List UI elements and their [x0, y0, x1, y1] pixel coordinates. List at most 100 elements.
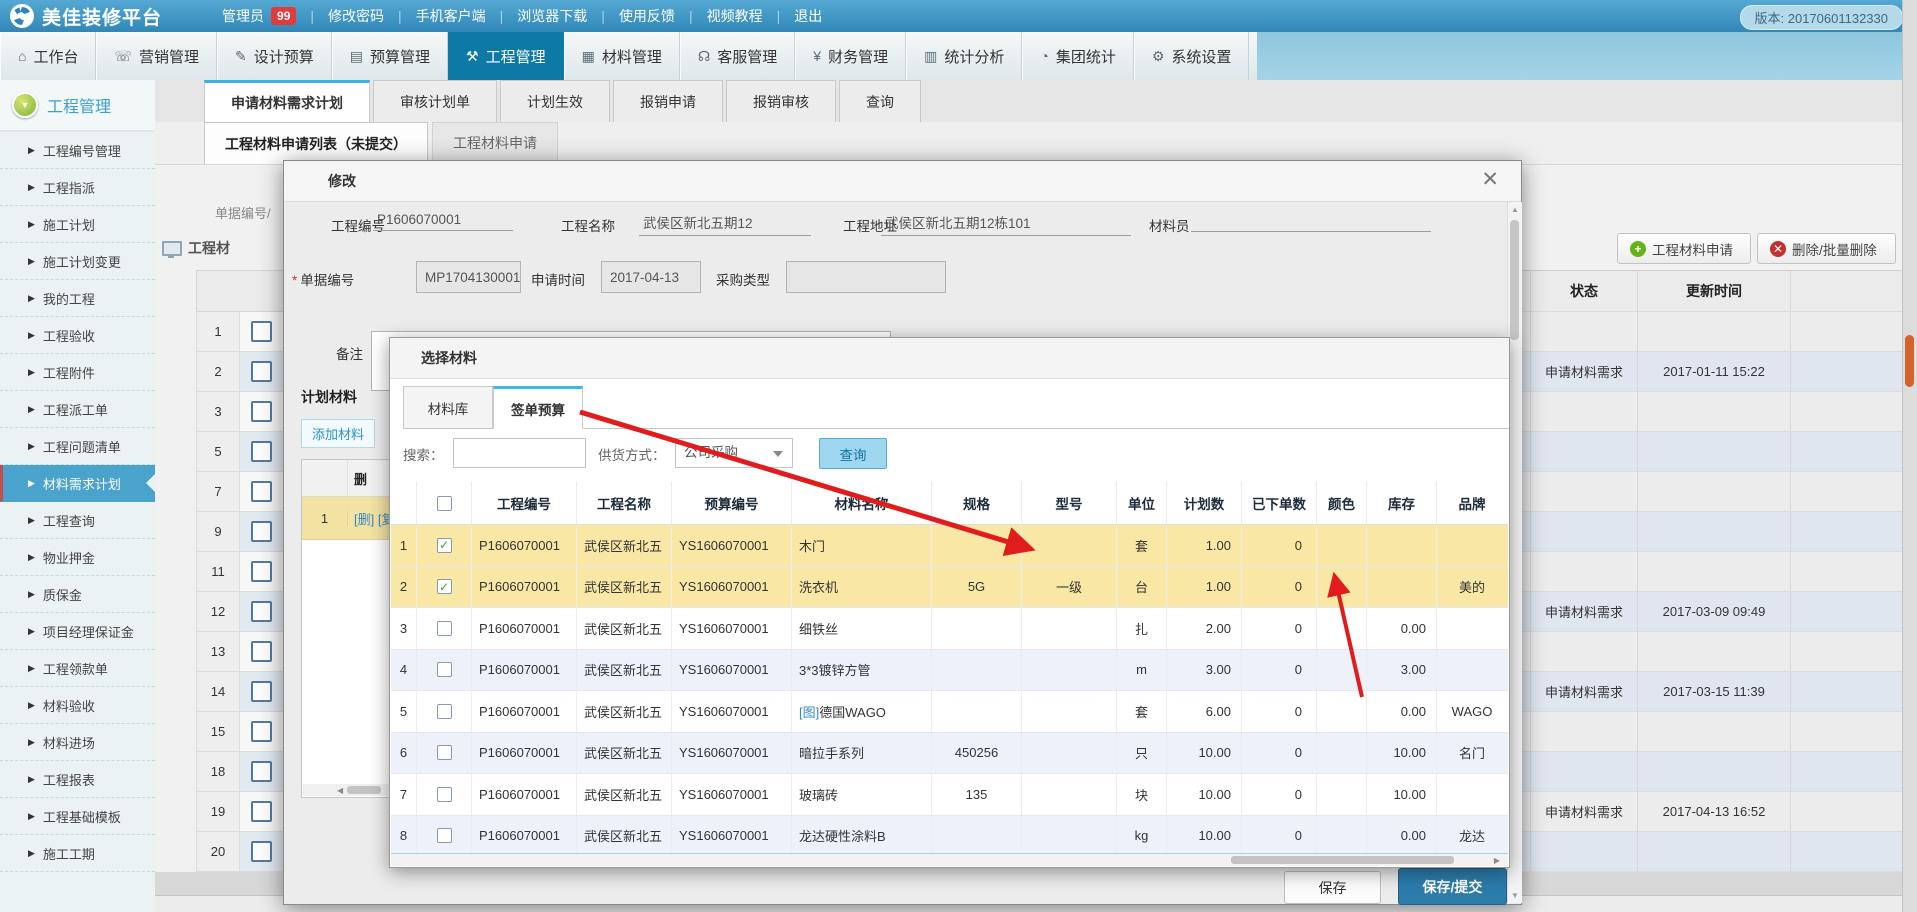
sidebar-item-工程基础模板[interactable]: ▶工程基础模板 — [0, 798, 155, 835]
image-link[interactable]: [图] — [799, 702, 819, 721]
material-hscroll-thumb[interactable] — [1231, 856, 1454, 864]
sidebar-item-工程派工单[interactable]: ▶工程派工单 — [0, 391, 155, 428]
material-row[interactable]: 7P1606070001武侯区新北五YS1606070001玻璃砖135块10.… — [391, 774, 1508, 816]
row-checkbox[interactable] — [251, 321, 272, 342]
row-checkbox[interactable] — [251, 481, 272, 502]
topbar-menu-使用反馈[interactable]: 使用反馈 — [619, 6, 675, 26]
table-row[interactable] — [1522, 472, 1902, 512]
query-button[interactable]: 查询 — [819, 438, 887, 469]
sidebar-item-质保金[interactable]: ▶质保金 — [0, 576, 155, 613]
table-row[interactable] — [1522, 512, 1902, 552]
notification-badge[interactable]: 99 — [271, 7, 296, 25]
sidebar-item-工程编号管理[interactable]: ▶工程编号管理 — [0, 132, 155, 169]
material-table-hscrollbar[interactable]: ▶ — [391, 853, 1508, 866]
table-row[interactable] — [1522, 632, 1902, 672]
material-checkbox[interactable] — [437, 745, 452, 760]
table-row[interactable]: 申请材料需求2017-01-11 15:22 — [1522, 352, 1902, 392]
tab-查询[interactable]: 查询 — [839, 80, 921, 122]
material-checkbox[interactable] — [437, 662, 452, 677]
topbar-menu-视频教程[interactable]: 视频教程 — [707, 6, 763, 26]
plan-hscroll-thumb[interactable] — [347, 786, 381, 794]
search-input[interactable] — [453, 438, 586, 468]
project-name-value[interactable]: 武侯区新北五期12 — [639, 212, 811, 236]
nav-item-客服管理[interactable]: ☊客服管理 — [680, 32, 795, 80]
material-checkbox[interactable] — [437, 621, 452, 636]
row-checkbox[interactable] — [251, 561, 272, 582]
tab-审核计划单[interactable]: 审核计划单 — [373, 80, 497, 122]
supply-mode-select[interactable]: 公司采购 — [675, 438, 793, 468]
delete-batch-button[interactable]: ✕ 删除/批量删除 — [1757, 233, 1896, 264]
sidebar-item-我的工程[interactable]: ▶我的工程 — [0, 280, 155, 317]
row-checkbox[interactable] — [251, 801, 272, 822]
sidebar-item-项目经理保证金[interactable]: ▶项目经理保证金 — [0, 613, 155, 650]
sidebar-item-工程问题清单[interactable]: ▶工程问题清单 — [0, 428, 155, 465]
table-row[interactable] — [1522, 552, 1902, 592]
purchase-type-select[interactable] — [786, 261, 946, 293]
page-scrollbar-thumb[interactable] — [1905, 335, 1914, 387]
row-checkbox[interactable] — [251, 841, 272, 862]
scroll-right-icon[interactable]: ▶ — [1494, 856, 1500, 865]
sidebar-item-施工工期[interactable]: ▶施工工期 — [0, 835, 155, 872]
sidebar-item-物业押金[interactable]: ▶物业押金 — [0, 539, 155, 576]
row-checkbox[interactable] — [251, 361, 272, 382]
topbar-menu-修改密码[interactable]: 修改密码 — [328, 6, 384, 26]
close-icon[interactable]: ✕ — [1481, 169, 1499, 191]
page-scrollbar[interactable] — [1902, 0, 1917, 912]
subtab-工程材料申请[interactable]: 工程材料申请 — [432, 122, 558, 164]
sidebar-header[interactable]: ▼ 工程管理 — [0, 80, 155, 132]
tab-报销申请[interactable]: 报销申请 — [613, 80, 723, 122]
tab-申请材料需求计划[interactable]: 申请材料需求计划 — [204, 80, 370, 122]
material-row[interactable]: 6P1606070001武侯区新北五YS1606070001暗拉手系列45025… — [391, 733, 1508, 775]
save-button[interactable]: 保存 — [1284, 871, 1381, 904]
sidebar-item-工程查询[interactable]: ▶工程查询 — [0, 502, 155, 539]
sidebar-item-施工计划变更[interactable]: ▶施工计划变更 — [0, 243, 155, 280]
row-checkbox[interactable] — [251, 601, 272, 622]
table-row[interactable]: 申请材料需求2017-03-15 11:39 — [1522, 672, 1902, 712]
project-no-value[interactable]: P1606070001 — [373, 212, 513, 231]
sidebar-item-工程领款单[interactable]: ▶工程领款单 — [0, 650, 155, 687]
material-row[interactable]: 2✓P1606070001武侯区新北五YS1606070001洗衣机5G一级台1… — [391, 567, 1508, 609]
select-all-checkbox[interactable] — [437, 496, 452, 511]
table-row[interactable] — [1522, 392, 1902, 432]
sidebar-item-材料进场[interactable]: ▶材料进场 — [0, 724, 155, 761]
row-checkbox[interactable] — [251, 441, 272, 462]
modal-vscroll-thumb[interactable] — [1510, 220, 1519, 340]
table-row[interactable]: 申请材料需求2017-03-09 09:49 — [1522, 592, 1902, 632]
nav-item-集团统计[interactable]: ◔集团统计 — [1022, 32, 1133, 80]
row-checkbox[interactable] — [251, 761, 272, 782]
nav-item-设计预算[interactable]: ✎设计预算 — [217, 32, 332, 80]
nav-item-财务管理[interactable]: ¥财务管理 — [795, 32, 906, 80]
scroll-up-icon[interactable]: ▲ — [1511, 205, 1519, 214]
sidebar-item-工程报表[interactable]: ▶工程报表 — [0, 761, 155, 798]
material-row[interactable]: 5P1606070001武侯区新北五YS1606070001[图]德国WAGO套… — [391, 691, 1508, 733]
material-row[interactable]: 8P1606070001武侯区新北五YS1606070001龙达硬性涂料Bkg1… — [391, 816, 1508, 858]
material-checkbox[interactable]: ✓ — [437, 579, 452, 594]
row-checkbox[interactable] — [251, 641, 272, 662]
table-row[interactable] — [1522, 832, 1902, 872]
sidebar-item-工程指派[interactable]: ▶工程指派 — [0, 169, 155, 206]
table-row[interactable] — [1522, 312, 1902, 352]
nav-item-工作台[interactable]: ⌂工作台 — [0, 32, 96, 80]
plan-row-links[interactable]: [删] [复 — [348, 509, 394, 528]
row-checkbox[interactable] — [251, 401, 272, 422]
row-checkbox[interactable] — [251, 721, 272, 742]
topbar-menu-浏览器下载[interactable]: 浏览器下载 — [517, 6, 587, 26]
material-checkbox[interactable] — [437, 787, 452, 802]
tab-计划生效[interactable]: 计划生效 — [500, 80, 610, 122]
row-checkbox[interactable] — [251, 681, 272, 702]
sidebar-item-工程附件[interactable]: ▶工程附件 — [0, 354, 155, 391]
table-row[interactable] — [1522, 432, 1902, 472]
nav-item-材料管理[interactable]: ▦材料管理 — [564, 32, 680, 80]
project-addr-value[interactable]: 武侯区新北五期12栋101 — [881, 212, 1131, 236]
material-checkbox[interactable] — [437, 828, 452, 843]
sidebar-item-材料需求计划[interactable]: ▶材料需求计划 — [0, 465, 155, 502]
picker-tab-签单预算[interactable]: 签单预算 — [493, 386, 583, 429]
material-row[interactable]: 1✓P1606070001武侯区新北五YS1606070001木门套1.000 — [391, 525, 1508, 567]
tab-报销审核[interactable]: 报销审核 — [726, 80, 836, 122]
sidebar-item-施工计划[interactable]: ▶施工计划 — [0, 206, 155, 243]
nav-item-统计分析[interactable]: ▥统计分析 — [906, 32, 1022, 80]
sidebar-item-材料验收[interactable]: ▶材料验收 — [0, 687, 155, 724]
nav-item-工程管理[interactable]: ⚒工程管理 — [448, 32, 564, 80]
apply-material-button[interactable]: + 工程材料申请 — [1617, 233, 1751, 264]
material-staff-value[interactable] — [1191, 212, 1431, 232]
